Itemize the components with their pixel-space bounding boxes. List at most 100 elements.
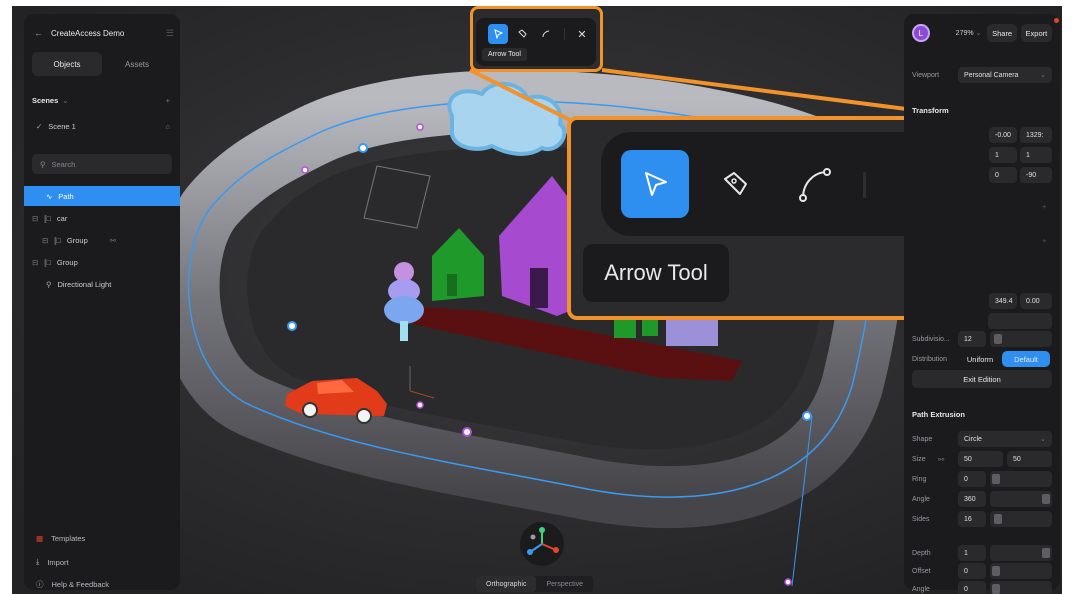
search-icon: ⚲ — [40, 159, 46, 169]
control-handle[interactable] — [784, 578, 792, 586]
home-icon[interactable]: ⌂ — [165, 122, 170, 131]
pen-icon — [724, 172, 747, 195]
search-placeholder: Search — [51, 159, 76, 169]
menu-icon[interactable]: ☰ — [166, 28, 174, 39]
pen-tool-button-zoom[interactable] — [701, 150, 769, 218]
arrow-tool-button-zoom[interactable] — [621, 150, 689, 218]
angle-row: Angle 360 — [912, 490, 1052, 508]
tree-item-car[interactable]: ⊟ [□ car — [24, 208, 180, 228]
depth-slider[interactable] — [990, 545, 1052, 561]
lock-icon[interactable]: ⚯ — [110, 236, 116, 245]
back-arrow-icon[interactable]: ← — [34, 28, 43, 38]
shape-select[interactable]: Circle ⌄ — [958, 431, 1052, 447]
expand-icon[interactable]: ⊟ — [32, 214, 38, 223]
tree-item-path[interactable]: ∿ Path — [24, 186, 180, 206]
ring-field[interactable]: 0 — [958, 471, 986, 487]
avatar[interactable]: L — [912, 24, 930, 42]
control-handle[interactable] — [301, 166, 309, 174]
exit-edition-button[interactable]: Exit Edition — [912, 370, 1052, 388]
transform-field[interactable]: 0 — [989, 167, 1017, 183]
share-button[interactable]: Share — [987, 24, 1017, 42]
control-point[interactable] — [358, 143, 368, 153]
sides-slider[interactable] — [990, 511, 1052, 527]
curve-tool-button-zoom[interactable] — [781, 150, 849, 218]
transform-label: Transform — [912, 106, 949, 115]
position-field[interactable]: 349.4 — [989, 293, 1017, 309]
transform-field[interactable]: -0.00 — [989, 127, 1017, 143]
ring-row: Ring 0 — [912, 470, 1052, 488]
viewport-label: Viewport — [912, 71, 940, 79]
ring-label: Ring — [912, 475, 927, 483]
sides-field[interactable]: 16 — [958, 511, 986, 527]
import-label: Import — [47, 557, 69, 567]
viewport-select[interactable]: Personal Camera ⌄ — [958, 67, 1052, 83]
lock-icon[interactable]: ⚯ — [938, 455, 958, 464]
arrow-icon — [645, 172, 667, 196]
transform-field[interactable]: -90 — [1020, 167, 1052, 183]
tree-item-group-2[interactable]: ⊟ [□ Group — [24, 252, 180, 272]
tree-item-label: Path — [58, 191, 74, 201]
tree-item-group-1[interactable]: ⊟ [□ Group ⚯ — [24, 230, 180, 250]
angle2-slider[interactable] — [990, 581, 1052, 594]
panel-tabs: Objects Assets — [32, 52, 172, 76]
subdivision-slider[interactable] — [990, 331, 1052, 347]
project-title: CreateAccess Demo — [51, 28, 125, 38]
depth-row: Depth 1 — [912, 544, 1052, 562]
search-input[interactable]: ⚲ Search — [32, 154, 172, 174]
offset-label: Offset — [912, 567, 931, 575]
control-handle[interactable] — [416, 401, 424, 409]
expand-icon[interactable]: ⊟ — [42, 236, 48, 245]
scene-item[interactable]: ✓ Scene 1 ⌂ — [24, 116, 180, 136]
transform-field[interactable]: 1329: — [1020, 127, 1052, 143]
control-point[interactable] — [802, 411, 812, 421]
help-link[interactable]: ⓘ Help & Feedback — [36, 579, 109, 590]
chevron-down-icon: ⌄ — [62, 95, 69, 105]
transform-field[interactable]: 1 — [1020, 147, 1052, 163]
orthographic-option[interactable]: Orthographic — [476, 576, 537, 592]
control-point[interactable] — [287, 321, 297, 331]
templates-link[interactable]: ▦ Templates — [36, 534, 85, 543]
depth-label: Depth — [912, 549, 931, 557]
tab-objects[interactable]: Objects — [32, 52, 102, 76]
transform-row-2: 1 1 — [912, 146, 1052, 164]
default-option[interactable]: Default — [1002, 351, 1050, 367]
offset-field[interactable]: 0 — [958, 563, 986, 579]
add-icon[interactable]: + — [1042, 202, 1046, 211]
control-handle[interactable] — [416, 123, 424, 131]
tab-assets[interactable]: Assets — [102, 52, 172, 76]
scenes-header[interactable]: Scenes ⌄ + — [24, 90, 180, 110]
angle2-row: Angle 0 — [912, 580, 1052, 594]
navigation-gizmo[interactable] — [520, 522, 564, 566]
import-icon: ⤓ — [36, 557, 40, 566]
uniform-option[interactable]: Uniform — [958, 351, 1002, 367]
expand-icon[interactable]: ⊟ — [32, 258, 38, 267]
tree-item-label: Group — [56, 257, 78, 267]
subdivision-field[interactable]: 12 — [958, 331, 986, 347]
size-x-field[interactable]: 50 — [958, 451, 1003, 467]
viewport-row: Viewport Personal Camera ⌄ — [912, 66, 1052, 84]
export-button[interactable]: Export — [1020, 24, 1052, 42]
ring-slider[interactable] — [990, 471, 1052, 487]
offset-slider[interactable] — [990, 563, 1052, 579]
chevron-down-icon: ⌄ — [975, 30, 982, 37]
import-link[interactable]: ⤓ Import — [36, 557, 69, 567]
add-icon[interactable]: + — [1042, 236, 1046, 245]
view-mode-toggle[interactable]: Orthographic Perspective — [476, 576, 594, 592]
depth-field[interactable]: 1 — [958, 545, 986, 561]
tree-object[interactable] — [400, 321, 408, 341]
chevron-down-icon: ⌄ — [1040, 436, 1046, 443]
transform-field[interactable]: 1 — [989, 147, 1017, 163]
perspective-option[interactable]: Perspective — [536, 576, 593, 592]
zoom-level[interactable]: 279% — [956, 30, 974, 37]
angle2-label: Angle — [912, 585, 930, 593]
angle2-field[interactable]: 0 — [958, 581, 986, 594]
control-handle[interactable] — [462, 427, 472, 437]
add-scene-icon[interactable]: + — [166, 96, 170, 105]
angle-slider[interactable] — [990, 491, 1052, 507]
right-panel: L 279% ⌄ Share Export Viewport Personal … — [904, 14, 1060, 594]
size-y-field[interactable]: 50 — [1007, 451, 1052, 467]
position-field[interactable]: 0.00 — [1020, 293, 1052, 309]
angle-field[interactable]: 360 — [958, 491, 986, 507]
tree-item-light[interactable]: ⚲ Directional Light — [24, 274, 180, 294]
slider[interactable] — [988, 313, 1052, 329]
